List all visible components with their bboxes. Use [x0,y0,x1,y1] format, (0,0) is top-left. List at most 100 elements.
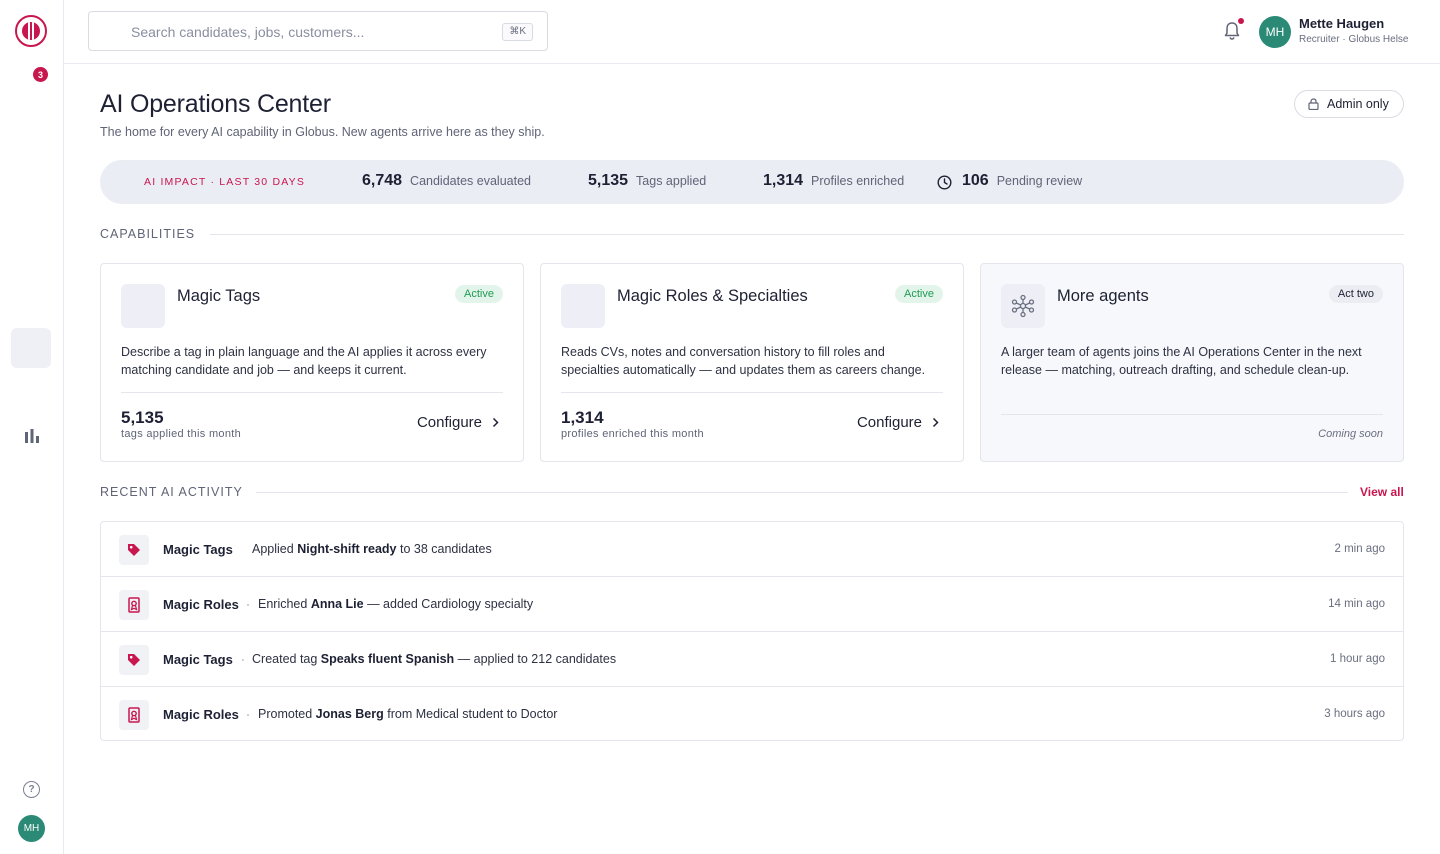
activity-time: 1 hour ago [1330,653,1385,665]
activity-source: Magic Roles [163,707,239,722]
desc-prefix: Created tag [252,652,321,666]
separator-dot [247,604,249,606]
global-search-input[interactable]: Search candidates, jobs, customers... ⌘K [88,11,548,51]
section-divider [256,492,1348,493]
help-icon[interactable]: ? [23,781,40,798]
admin-only-button[interactable]: Admin only [1294,90,1404,118]
activity-row[interactable]: Magic Tags Created tag Speaks fluent Spa… [101,632,1403,687]
desc-suffix: — applied to 212 candidates [454,652,617,666]
metric-profiles-enriched: 1,314 Profiles enriched [763,172,904,190]
chevron-right-icon [932,417,939,428]
card-stat-label: tags applied this month [121,428,242,440]
sidebar-item-ai-operations[interactable] [11,328,51,368]
activity-row[interactable]: Magic Tags Applied Night-shift ready to … [101,522,1403,577]
card-stat-label: profiles enriched this month [561,428,704,440]
capability-card-magic-tags: Magic Tags Active Describe a tag in plai… [100,263,524,462]
capability-card-magic-roles: Magic Roles & Specialties Active Reads C… [540,263,964,462]
activity-description: Promoted Jonas Berg from Medical student… [258,707,557,721]
configure-label: Configure [416,414,482,431]
card-stat-value: 5,135 [121,408,164,427]
logo-icon[interactable] [15,15,47,47]
metric-pending-review[interactable]: 106 Pending review [962,172,1082,190]
metric-label: Profiles enriched [811,174,905,188]
desc-prefix: Promoted [258,707,316,721]
activity-description: Applied Night-shift ready to 38 candidat… [252,542,492,556]
view-all-link[interactable]: View all [1360,485,1404,499]
metric-label: Candidates evaluated [410,174,531,188]
clock-icon [937,175,952,190]
page-subtitle: The home for every AI capability in Glob… [100,125,545,139]
recent-activity-heading: RECENT AI ACTIVITY [100,485,243,499]
activity-row[interactable]: Magic Roles Promoted Jonas Berg from Med… [101,687,1403,742]
card-title: Magic Tags [177,287,261,305]
card-title: Magic Roles & Specialties [617,287,808,305]
card-divider [121,392,503,393]
metric-label: Tags applied [636,174,707,188]
status-badge: Act two [1328,285,1383,303]
metric-tags-applied: 5,135 Tags applied [588,172,706,190]
page-title: AI Operations Center [100,90,331,118]
card-description: Reads CVs, notes and conversation histor… [561,345,926,377]
award-icon [119,700,149,730]
desc-highlight: Anna Lie [310,597,364,611]
metric-candidates-evaluated: 6,748 Candidates evaluated [362,172,531,190]
card-description: Describe a tag in plain language and the… [121,345,487,377]
capabilities-heading: CAPABILITIES [100,227,196,241]
configure-magic-tags-button[interactable]: Configure [417,414,499,431]
status-badge: Active [895,285,943,303]
separator-dot [247,714,249,716]
tag-icon [119,535,149,565]
activity-row[interactable]: Magic Roles Enriched Anna Lie — added Ca… [101,577,1403,632]
chevron-right-icon [492,417,499,428]
network-icon [1001,284,1045,328]
bar-chart-icon[interactable] [24,428,40,444]
activity-list: Magic Tags Applied Night-shift ready to … [100,521,1404,741]
card-stat-value: 1,314 [561,408,604,427]
activity-source: Magic Roles [163,597,239,612]
card-description: A larger team of agents joins the AI Ope… [1001,345,1362,377]
configure-magic-roles-button[interactable]: Configure [857,414,939,431]
activity-description: Enriched Anna Lie — added Cardiology spe… [258,597,533,611]
metric-value: 6,748 [362,172,403,189]
bell-icon[interactable] [1223,21,1241,41]
search-shortcut-hint: ⌘K [502,23,533,41]
metric-label: Pending review [996,174,1083,188]
impact-label: AI IMPACT · LAST 30 DAYS [144,176,306,188]
coming-soon-label: Coming soon [1318,428,1383,440]
desc-highlight: Jonas Berg [315,707,384,721]
metric-value: 5,135 [588,172,629,189]
top-header: Search candidates, jobs, customers... ⌘K… [64,0,1440,64]
card-divider [561,392,943,393]
activity-source: Magic Tags [163,652,233,667]
user-avatar[interactable]: MH [1259,16,1291,48]
status-badge: Active [455,285,503,303]
desc-highlight: Night-shift ready [297,542,397,556]
notification-count-badge: 3 [33,67,48,82]
lock-icon [1308,98,1319,110]
desc-suffix: to 38 candidates [396,542,492,556]
desc-suffix: from Medical student to Doctor [383,707,558,721]
section-divider [210,234,1404,235]
configure-label: Configure [856,414,922,431]
activity-description: Created tag Speaks fluent Spanish — appl… [252,652,616,666]
sidebar: 3 ? MH [0,0,64,854]
activity-time: 3 hours ago [1324,708,1385,720]
sidebar-avatar[interactable]: MH [18,815,45,842]
activity-source: Magic Tags [163,542,233,557]
desc-suffix: — added Cardiology specialty [363,597,534,611]
desc-highlight: Speaks fluent Spanish [320,652,455,666]
activity-time: 2 min ago [1334,543,1385,555]
tag-icon [119,645,149,675]
user-name[interactable]: Mette Haugen [1299,16,1384,31]
capability-card-more-agents: More agents Act two A larger team of age… [980,263,1404,462]
desc-prefix: Applied [252,542,298,556]
metric-value: 106 [962,172,989,189]
card-divider [1001,414,1383,415]
activity-time: 14 min ago [1328,598,1385,610]
user-role: Recruiter · Globus Helse [1299,34,1409,45]
desc-prefix: Enriched [258,597,311,611]
admin-only-label: Admin only [1327,97,1389,111]
separator-dot [242,659,244,661]
magic-tags-icon [121,284,165,328]
award-icon [119,590,149,620]
